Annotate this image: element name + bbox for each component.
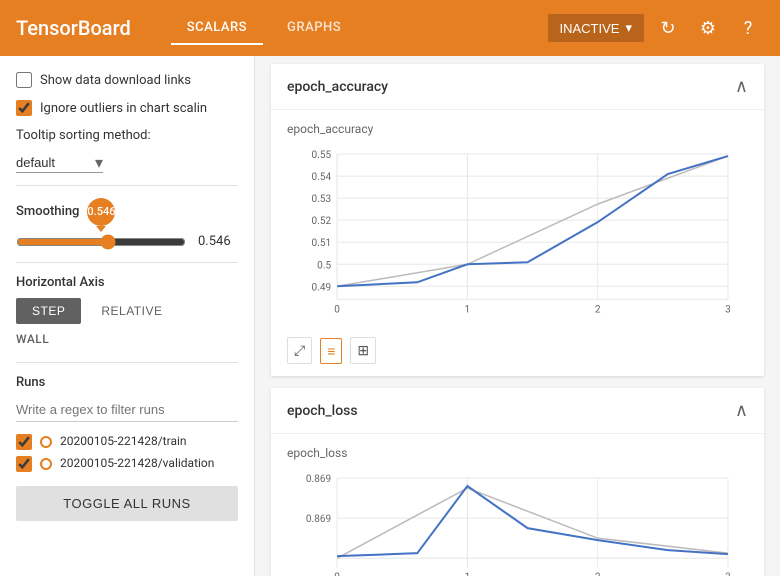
ignore-outliers-row: Ignore outliers in chart scalin xyxy=(16,100,238,116)
data-download-button[interactable]: ≡ xyxy=(320,338,342,364)
tooltip-sorting-select[interactable]: default ascending descending nearest xyxy=(16,153,103,173)
smoothing-title: Smoothing xyxy=(16,204,79,219)
slider-row: 0.546 xyxy=(16,234,238,250)
svg-text:3: 3 xyxy=(725,304,731,315)
epoch-loss-card: epoch_loss ∧ epoch_loss xyxy=(271,388,764,576)
main-nav: SCALARS GRAPHS xyxy=(171,12,548,45)
show-download-label: Show data download links xyxy=(40,73,191,88)
smoothing-value: 0.546 xyxy=(198,234,238,249)
horizontal-axis-section: Horizontal Axis STEP RELATIVE WALL xyxy=(16,275,238,350)
runs-title: Runs xyxy=(16,375,238,390)
svg-text:2: 2 xyxy=(595,304,601,315)
run-train-checkbox[interactable] xyxy=(16,434,32,450)
epoch-accuracy-header: epoch_accuracy ∧ xyxy=(271,64,764,110)
epoch-loss-collapse-icon[interactable]: ∧ xyxy=(735,400,748,421)
tooltip-sorting-label: Tooltip sorting method: xyxy=(16,128,151,145)
svg-text:0.54: 0.54 xyxy=(312,172,332,183)
epoch-accuracy-collapse-icon[interactable]: ∧ xyxy=(735,76,748,97)
smoothing-tooltip-bubble: 0.546 xyxy=(87,198,115,226)
smoothing-slider[interactable] xyxy=(16,234,186,250)
tooltip-sorting-row: Tooltip sorting method: default ascendin… xyxy=(16,128,238,173)
header-right: INACTIVE ▾ ↻ ⚙ ? xyxy=(548,12,765,44)
divider-2 xyxy=(16,262,238,263)
epoch-accuracy-card: epoch_accuracy ∧ epoch_accuracy xyxy=(271,64,764,376)
divider-1 xyxy=(16,185,238,186)
svg-text:1: 1 xyxy=(465,573,471,576)
epoch-loss-chart: 0.869 0.869 0 1 2 3 xyxy=(287,468,748,576)
gear-icon[interactable]: ⚙ xyxy=(692,12,724,44)
svg-text:2: 2 xyxy=(595,573,601,576)
smoothing-section: Smoothing 0.546 0.546 xyxy=(16,198,238,250)
refresh-icon[interactable]: ↻ xyxy=(652,12,684,44)
epoch-accuracy-toolbar: ⤢ ≡ ⊞ xyxy=(287,333,748,368)
run-train-label: 20200105-221428/train xyxy=(60,434,187,450)
epoch-accuracy-subtitle: epoch_accuracy xyxy=(287,122,748,136)
toggle-all-runs-button[interactable]: TOGGLE ALL RUNS xyxy=(16,486,238,521)
svg-text:0.5: 0.5 xyxy=(317,260,331,271)
inactive-button[interactable]: INACTIVE ▾ xyxy=(548,14,645,42)
smoothing-label-row: Smoothing 0.546 xyxy=(16,198,238,226)
epoch-loss-subtitle: epoch_loss xyxy=(287,446,748,460)
nav-scalars[interactable]: SCALARS xyxy=(171,12,263,45)
svg-text:0.869: 0.869 xyxy=(306,515,331,526)
svg-text:0.51: 0.51 xyxy=(312,238,332,249)
run-train-dot xyxy=(40,436,52,448)
epoch-loss-title: epoch_loss xyxy=(287,403,358,419)
axis-relative-button[interactable]: RELATIVE xyxy=(85,298,178,324)
sidebar: Show data download links Ignore outliers… xyxy=(0,56,255,576)
svg-text:0.52: 0.52 xyxy=(312,216,332,227)
svg-text:3: 3 xyxy=(725,573,731,576)
axis-step-button[interactable]: STEP xyxy=(16,298,81,324)
wall-label[interactable]: WALL xyxy=(16,328,238,350)
run-validation-checkbox[interactable] xyxy=(16,456,32,472)
nav-graphs[interactable]: GRAPHS xyxy=(271,12,357,45)
run-item-validation: 20200105-221428/validation xyxy=(16,456,238,472)
svg-text:0.869: 0.869 xyxy=(306,474,331,485)
divider-3 xyxy=(16,362,238,363)
svg-text:0.55: 0.55 xyxy=(312,150,332,161)
horizontal-axis-title: Horizontal Axis xyxy=(16,275,238,290)
show-download-checkbox[interactable] xyxy=(16,72,32,88)
svg-text:0.53: 0.53 xyxy=(312,194,332,205)
expand-chart-button[interactable]: ⤢ xyxy=(287,337,312,364)
runs-filter-input[interactable] xyxy=(16,398,238,422)
epoch-accuracy-body: epoch_accuracy xyxy=(271,110,764,376)
run-validation-label: 20200105-221428/validation xyxy=(60,456,214,472)
svg-text:0.49: 0.49 xyxy=(312,282,332,293)
help-icon[interactable]: ? xyxy=(732,12,764,44)
svg-text:0: 0 xyxy=(334,304,340,315)
fit-chart-button[interactable]: ⊞ xyxy=(350,337,376,364)
tooltip-select-wrapper: default ascending descending nearest ▾ xyxy=(16,153,103,173)
app-logo: TensorBoard xyxy=(16,16,131,40)
show-download-row: Show data download links xyxy=(16,72,238,88)
main-layout: Show data download links Ignore outliers… xyxy=(0,56,780,576)
runs-section: Runs 20200105-221428/train 20200105-2214… xyxy=(16,375,238,560)
main-content: epoch_accuracy ∧ epoch_accuracy xyxy=(255,56,780,576)
app-header: TensorBoard SCALARS GRAPHS INACTIVE ▾ ↻ … xyxy=(0,0,780,56)
epoch-loss-body: epoch_loss xyxy=(271,434,764,576)
epoch-accuracy-chart: 0.55 0.54 0.53 0.52 0.51 0.5 0.49 0 1 xyxy=(287,144,748,329)
run-item-train: 20200105-221428/train xyxy=(16,434,238,450)
epoch-accuracy-title: epoch_accuracy xyxy=(287,79,388,95)
svg-text:1: 1 xyxy=(465,304,471,315)
ignore-outliers-label: Ignore outliers in chart scalin xyxy=(40,101,207,116)
svg-text:0: 0 xyxy=(334,573,340,576)
epoch-loss-header: epoch_loss ∧ xyxy=(271,388,764,434)
ignore-outliers-checkbox[interactable] xyxy=(16,100,32,116)
run-validation-dot xyxy=(40,458,52,470)
axis-buttons: STEP RELATIVE xyxy=(16,298,238,324)
